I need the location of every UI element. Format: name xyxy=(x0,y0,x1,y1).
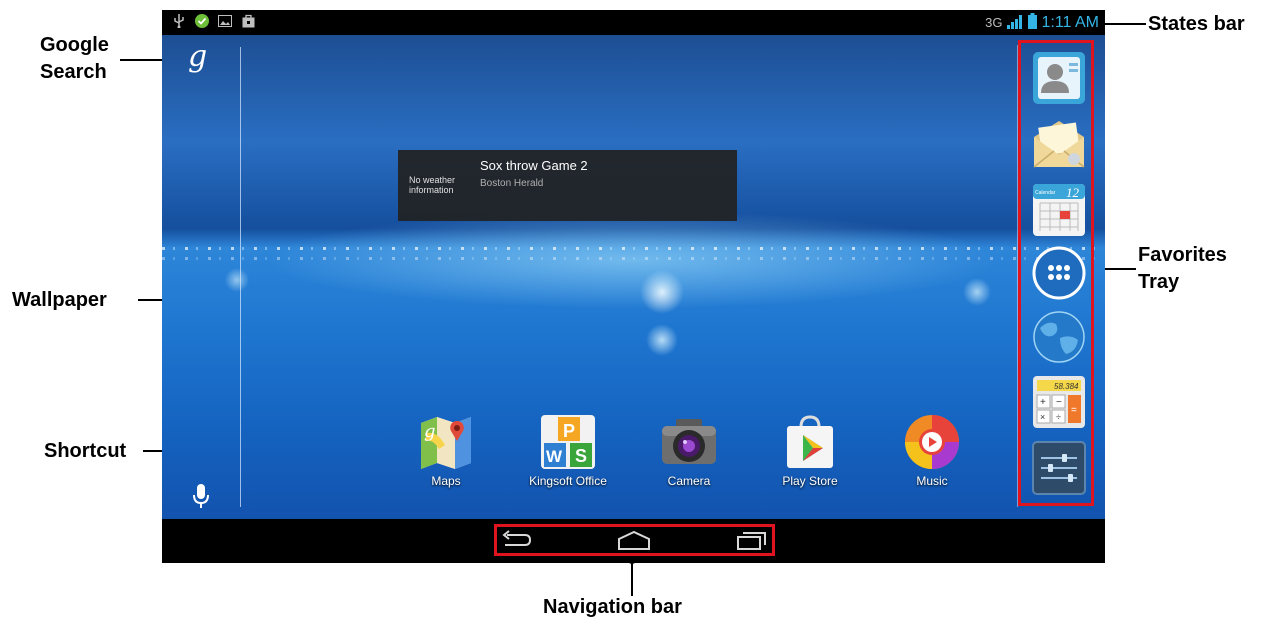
clock: 1:11 AM xyxy=(1041,13,1099,31)
shortcut-label: Play Store xyxy=(782,474,838,488)
kingsoft-office-icon: P W S xyxy=(539,413,597,471)
news-weather-widget[interactable]: No weather information Sox throw Game 2 … xyxy=(398,150,737,221)
google-search-icon[interactable]: g xyxy=(188,39,214,75)
news-source: Boston Herald xyxy=(480,178,544,189)
weather-info: No weather information xyxy=(409,175,456,195)
check-shield-icon xyxy=(195,14,209,28)
navigation-leader-line xyxy=(631,560,633,596)
picture-icon xyxy=(218,14,232,28)
favorites-tray-highlight xyxy=(1018,40,1094,506)
shortcut-label: Maps xyxy=(431,474,461,488)
shortcut-maps[interactable]: g Maps xyxy=(396,413,496,488)
navigation-bar-callout: Navigation bar xyxy=(543,596,682,618)
wallpaper-sparkle-band-lower xyxy=(162,257,1105,260)
shortcut-label: Music xyxy=(916,474,948,488)
svg-text:S: S xyxy=(575,446,587,466)
shortcut-camera[interactable]: Camera xyxy=(639,413,739,488)
callout-favorites-line1: Favorites xyxy=(1138,244,1227,266)
svg-text:g: g xyxy=(424,421,436,442)
shortcut-music[interactable]: Music xyxy=(882,413,982,488)
shortcut-callout: Shortcut xyxy=(44,440,127,462)
news-headline: Sox throw Game 2 xyxy=(480,158,588,173)
navigation-bar-highlight xyxy=(494,524,775,556)
shopping-bag-icon xyxy=(241,14,255,28)
callout-google-line2: Search xyxy=(40,61,107,83)
status-right: 3G 1:11 AM xyxy=(985,13,1099,32)
callout-favorites-line2: Tray xyxy=(1138,271,1180,293)
svg-text:P: P xyxy=(563,421,575,441)
search-bar-divider xyxy=(240,47,241,507)
usb-icon xyxy=(172,14,186,28)
tablet-screen: 3G 1:11 AM g No weather information Sox … xyxy=(162,10,1105,563)
signal-icon xyxy=(1006,14,1024,32)
camera-icon xyxy=(660,413,718,471)
status-bar: 3G 1:11 AM xyxy=(162,10,1105,35)
battery-icon xyxy=(1028,13,1038,32)
favorites-tray-callout: Favorites Tray xyxy=(1138,242,1227,296)
notification-icons xyxy=(172,14,255,28)
play-store-icon xyxy=(781,413,839,471)
shortcut-play-store[interactable]: Play Store xyxy=(760,413,860,488)
network-type: 3G xyxy=(985,15,1003,30)
music-icon xyxy=(903,413,961,471)
wallpaper-sparkle-band xyxy=(162,247,1105,250)
svg-text:W: W xyxy=(546,447,563,466)
states-bar-leader-line xyxy=(1100,23,1146,25)
shortcut-label: Kingsoft Office xyxy=(529,474,607,488)
maps-icon: g xyxy=(417,413,475,471)
shortcut-label: Camera xyxy=(667,474,711,488)
voice-search-icon[interactable] xyxy=(190,482,212,512)
shortcut-kingsoft-office[interactable]: P W S Kingsoft Office xyxy=(518,413,618,488)
wallpaper[interactable]: g No weather information Sox throw Game … xyxy=(162,35,1105,519)
google-search-callout: Google Search xyxy=(40,32,109,86)
callout-google-line1: Google xyxy=(40,34,109,56)
wallpaper-callout: Wallpaper xyxy=(12,289,107,311)
states-bar-callout: States bar xyxy=(1148,13,1245,35)
